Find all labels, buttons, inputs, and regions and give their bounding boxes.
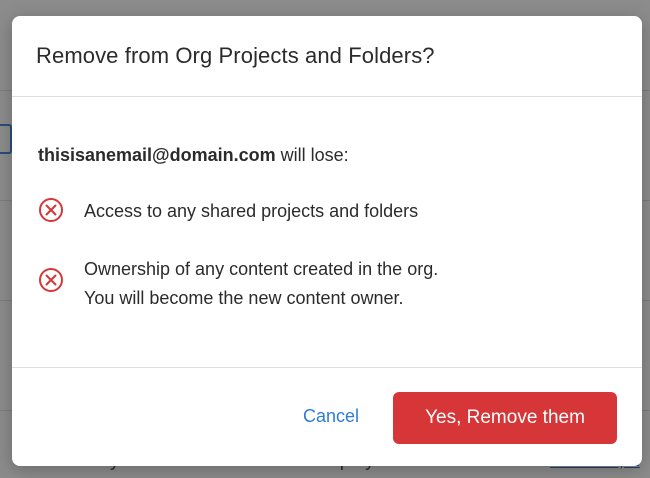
- remove-dialog: Remove from Org Projects and Folders? th…: [12, 16, 642, 466]
- loss-item-line: You will become the new content owner.: [84, 288, 404, 308]
- loss-item-line: Access to any shared projects and folder…: [84, 201, 419, 221]
- x-circle-icon: [39, 198, 63, 222]
- confirm-remove-button[interactable]: Yes, Remove them: [393, 392, 617, 444]
- user-email: thisisanemail@domain.com: [38, 145, 276, 165]
- lose-statement: thisisanemail@domain.com will lose:: [38, 145, 349, 166]
- dialog-footer: Cancel Yes, Remove them: [12, 368, 642, 466]
- loss-item-text: Access to any shared projects and folder…: [84, 197, 418, 226]
- loss-item-text: Ownership of any content created in the …: [84, 255, 438, 313]
- dialog-title: Remove from Org Projects and Folders?: [36, 43, 435, 68]
- loss-item-access: Access to any shared projects and folder…: [38, 197, 418, 226]
- cancel-button[interactable]: Cancel: [303, 406, 359, 427]
- dialog-header: Remove from Org Projects and Folders?: [12, 16, 642, 97]
- loss-item-ownership: Ownership of any content created in the …: [38, 255, 438, 313]
- loss-item-line: Ownership of any content created in the …: [84, 259, 439, 279]
- x-circle-icon: [39, 268, 63, 292]
- lose-suffix: will lose:: [275, 145, 349, 165]
- dialog-body: thisisanemail@domain.com will lose: Acce…: [12, 97, 642, 368]
